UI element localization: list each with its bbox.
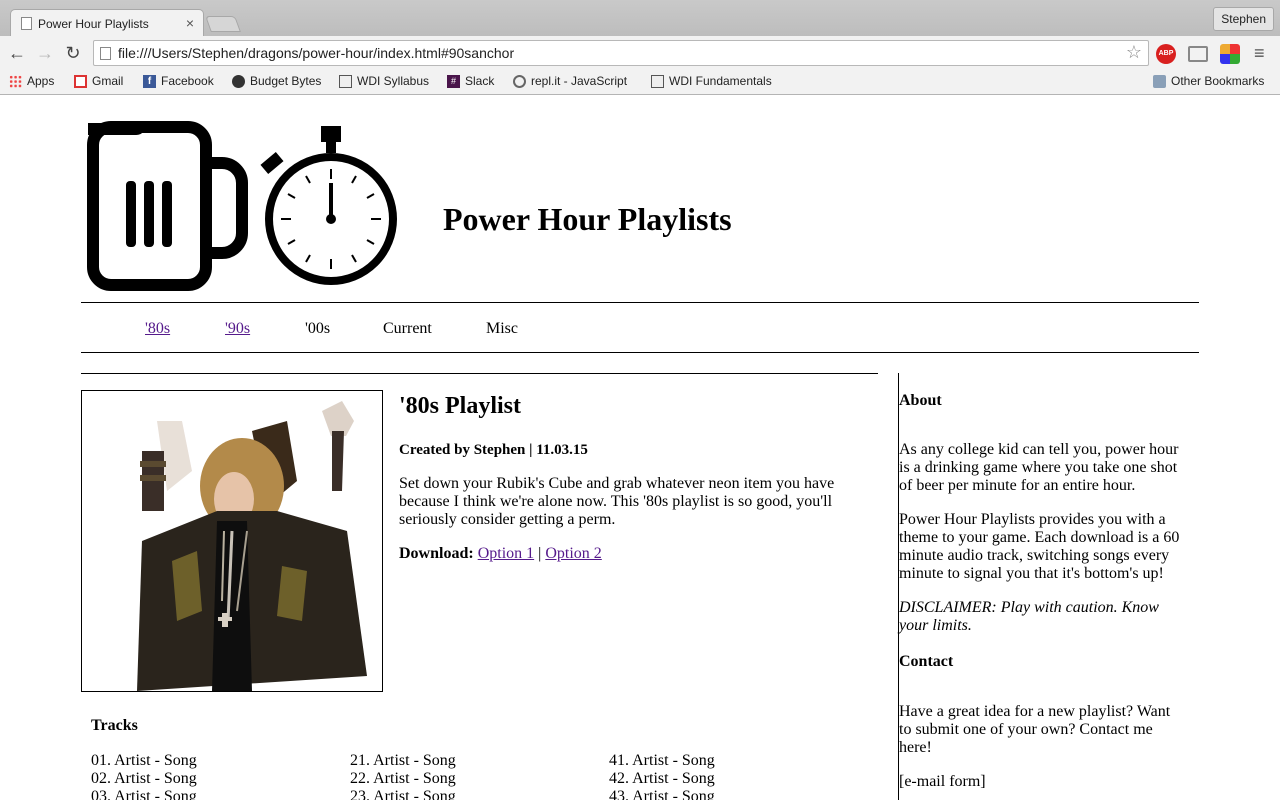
track-item: 41. Artist - Song	[609, 752, 715, 769]
tab-title: Power Hour Playlists	[38, 17, 149, 31]
album-cover-image	[81, 390, 383, 692]
gmail-icon	[74, 74, 87, 88]
url-text[interactable]: file:///Users/Stephen/dragons/power-hour…	[118, 45, 514, 61]
back-arrow-icon[interactable]: ←	[6, 42, 28, 64]
book-icon	[339, 74, 352, 88]
reload-icon[interactable]: ↻	[62, 42, 84, 64]
bookmark-label: Gmail	[92, 74, 124, 88]
browser-chrome: Power Hour Playlists × Stephen ← → ↻ fil…	[0, 0, 1280, 95]
star-icon[interactable]: ☆	[1126, 42, 1142, 63]
beer-mug-icon	[87, 121, 248, 291]
bookmark-label: Apps	[27, 74, 55, 88]
track-item: 22. Artist - Song	[350, 770, 456, 787]
nav-item-00s[interactable]: '00s	[305, 320, 330, 338]
bookmark-label: WDI Syllabus	[357, 74, 430, 88]
bookmark-label: WDI Fundamentals	[669, 74, 772, 88]
extension-icon[interactable]	[1220, 44, 1240, 64]
tracks-heading: Tracks	[91, 717, 138, 734]
about-paragraph: As any college kid can tell you, power h…	[899, 441, 1179, 494]
track-item: 43. Artist - Song	[609, 788, 715, 800]
bookmarks-bar: Apps Gmail f Facebook Budget Bytes WDI S…	[0, 70, 1280, 94]
bookmark-label: repl.it - JavaScript	[531, 74, 628, 88]
bookmark-facebook[interactable]: f Facebook	[143, 74, 214, 88]
bookmark-label: Facebook	[161, 74, 214, 88]
nav-item-misc[interactable]: Misc	[486, 320, 518, 338]
download-row: Download: Option 1 | Option 2	[399, 545, 602, 563]
profile-button[interactable]: Stephen	[1213, 7, 1274, 31]
page-icon	[21, 17, 32, 30]
track-column: 41. Artist - Song 42. Artist - Song 43. …	[609, 752, 715, 800]
nav-item-current[interactable]: Current	[383, 320, 432, 338]
download-label: Download:	[399, 545, 474, 562]
divider	[81, 352, 1199, 353]
close-icon[interactable]: ×	[186, 15, 194, 31]
logo	[87, 121, 397, 291]
playlist-title: '80s Playlist	[399, 393, 522, 419]
cast-icon[interactable]	[1188, 46, 1208, 62]
about-paragraph: Power Hour Playlists provides you with a…	[899, 511, 1180, 582]
forward-arrow-icon[interactable]: →	[34, 42, 56, 64]
bookmark-apps[interactable]: Apps	[9, 74, 54, 88]
apps-grid-icon	[9, 74, 22, 88]
about-heading: About	[899, 392, 942, 409]
tab-strip: Power Hour Playlists × Stephen	[0, 0, 1280, 37]
toolbar: ← → ↻ file:///Users/Stephen/dragons/powe…	[0, 36, 1280, 70]
bookmark-label: Budget Bytes	[250, 74, 322, 88]
bookmark-wdi-fundamentals[interactable]: WDI Fundamentals	[651, 74, 772, 88]
playlist-description: Set down your Rubik's Cube and grab what…	[399, 475, 835, 528]
slack-icon: #	[447, 74, 460, 88]
adblock-icon[interactable]: ABP	[1156, 44, 1176, 64]
site-title: Power Hour Playlists	[443, 201, 732, 237]
menu-icon[interactable]: ≡	[1254, 44, 1270, 62]
disclaimer-text: DISCLAIMER: Play with caution. Know your…	[899, 599, 1159, 634]
contact-paragraph: Have a great idea for a new playlist? Wa…	[899, 703, 1171, 756]
track-item: 02. Artist - Song	[91, 770, 197, 787]
divider	[81, 302, 1199, 303]
browser-tab[interactable]: Power Hour Playlists ×	[10, 9, 204, 37]
track-item: 21. Artist - Song	[350, 752, 456, 769]
divider	[81, 373, 878, 374]
facebook-icon: f	[143, 74, 156, 88]
download-separator: |	[538, 545, 542, 562]
stopwatch-icon	[260, 126, 397, 285]
bookmark-label: Slack	[465, 74, 495, 88]
book-icon	[651, 74, 664, 88]
page-content: Power Hour Playlists '80s '90s '00s Curr…	[0, 95, 1280, 800]
page-icon	[100, 47, 111, 60]
download-option-1-link[interactable]: Option 1	[478, 545, 534, 562]
bookmark-budget-bytes[interactable]: Budget Bytes	[232, 74, 321, 88]
folder-icon	[1153, 74, 1166, 88]
nav-link-90s[interactable]: '90s	[225, 320, 250, 338]
bookmark-label: Other Bookmarks	[1171, 74, 1265, 88]
playlist-meta: Created by Stephen | 11.03.15	[399, 442, 588, 458]
download-option-2-link[interactable]: Option 2	[545, 545, 601, 562]
track-column: 01. Artist - Song 02. Artist - Song 03. …	[91, 752, 197, 800]
replit-icon	[513, 74, 526, 88]
nav-link-80s[interactable]: '80s	[145, 320, 170, 338]
bookmark-slack[interactable]: # Slack	[447, 74, 494, 88]
track-item: 42. Artist - Song	[609, 770, 715, 787]
bookmark-replit[interactable]: repl.it - JavaScript	[513, 74, 627, 88]
contact-heading: Contact	[899, 653, 954, 670]
email-form-placeholder: [e-mail form]	[899, 773, 986, 790]
track-column: 21. Artist - Song 22. Artist - Song 23. …	[350, 752, 456, 800]
address-bar[interactable]: file:///Users/Stephen/dragons/power-hour…	[93, 40, 1149, 66]
new-tab-button[interactable]	[205, 16, 241, 32]
track-item: 23. Artist - Song	[350, 788, 456, 800]
other-bookmarks[interactable]: Other Bookmarks	[1153, 74, 1264, 88]
track-item: 03. Artist - Song	[91, 788, 197, 800]
budget-bytes-icon	[232, 74, 245, 88]
track-item: 01. Artist - Song	[91, 752, 197, 769]
bookmark-gmail[interactable]: Gmail	[74, 74, 123, 88]
bookmark-wdi-syllabus[interactable]: WDI Syllabus	[339, 74, 429, 88]
